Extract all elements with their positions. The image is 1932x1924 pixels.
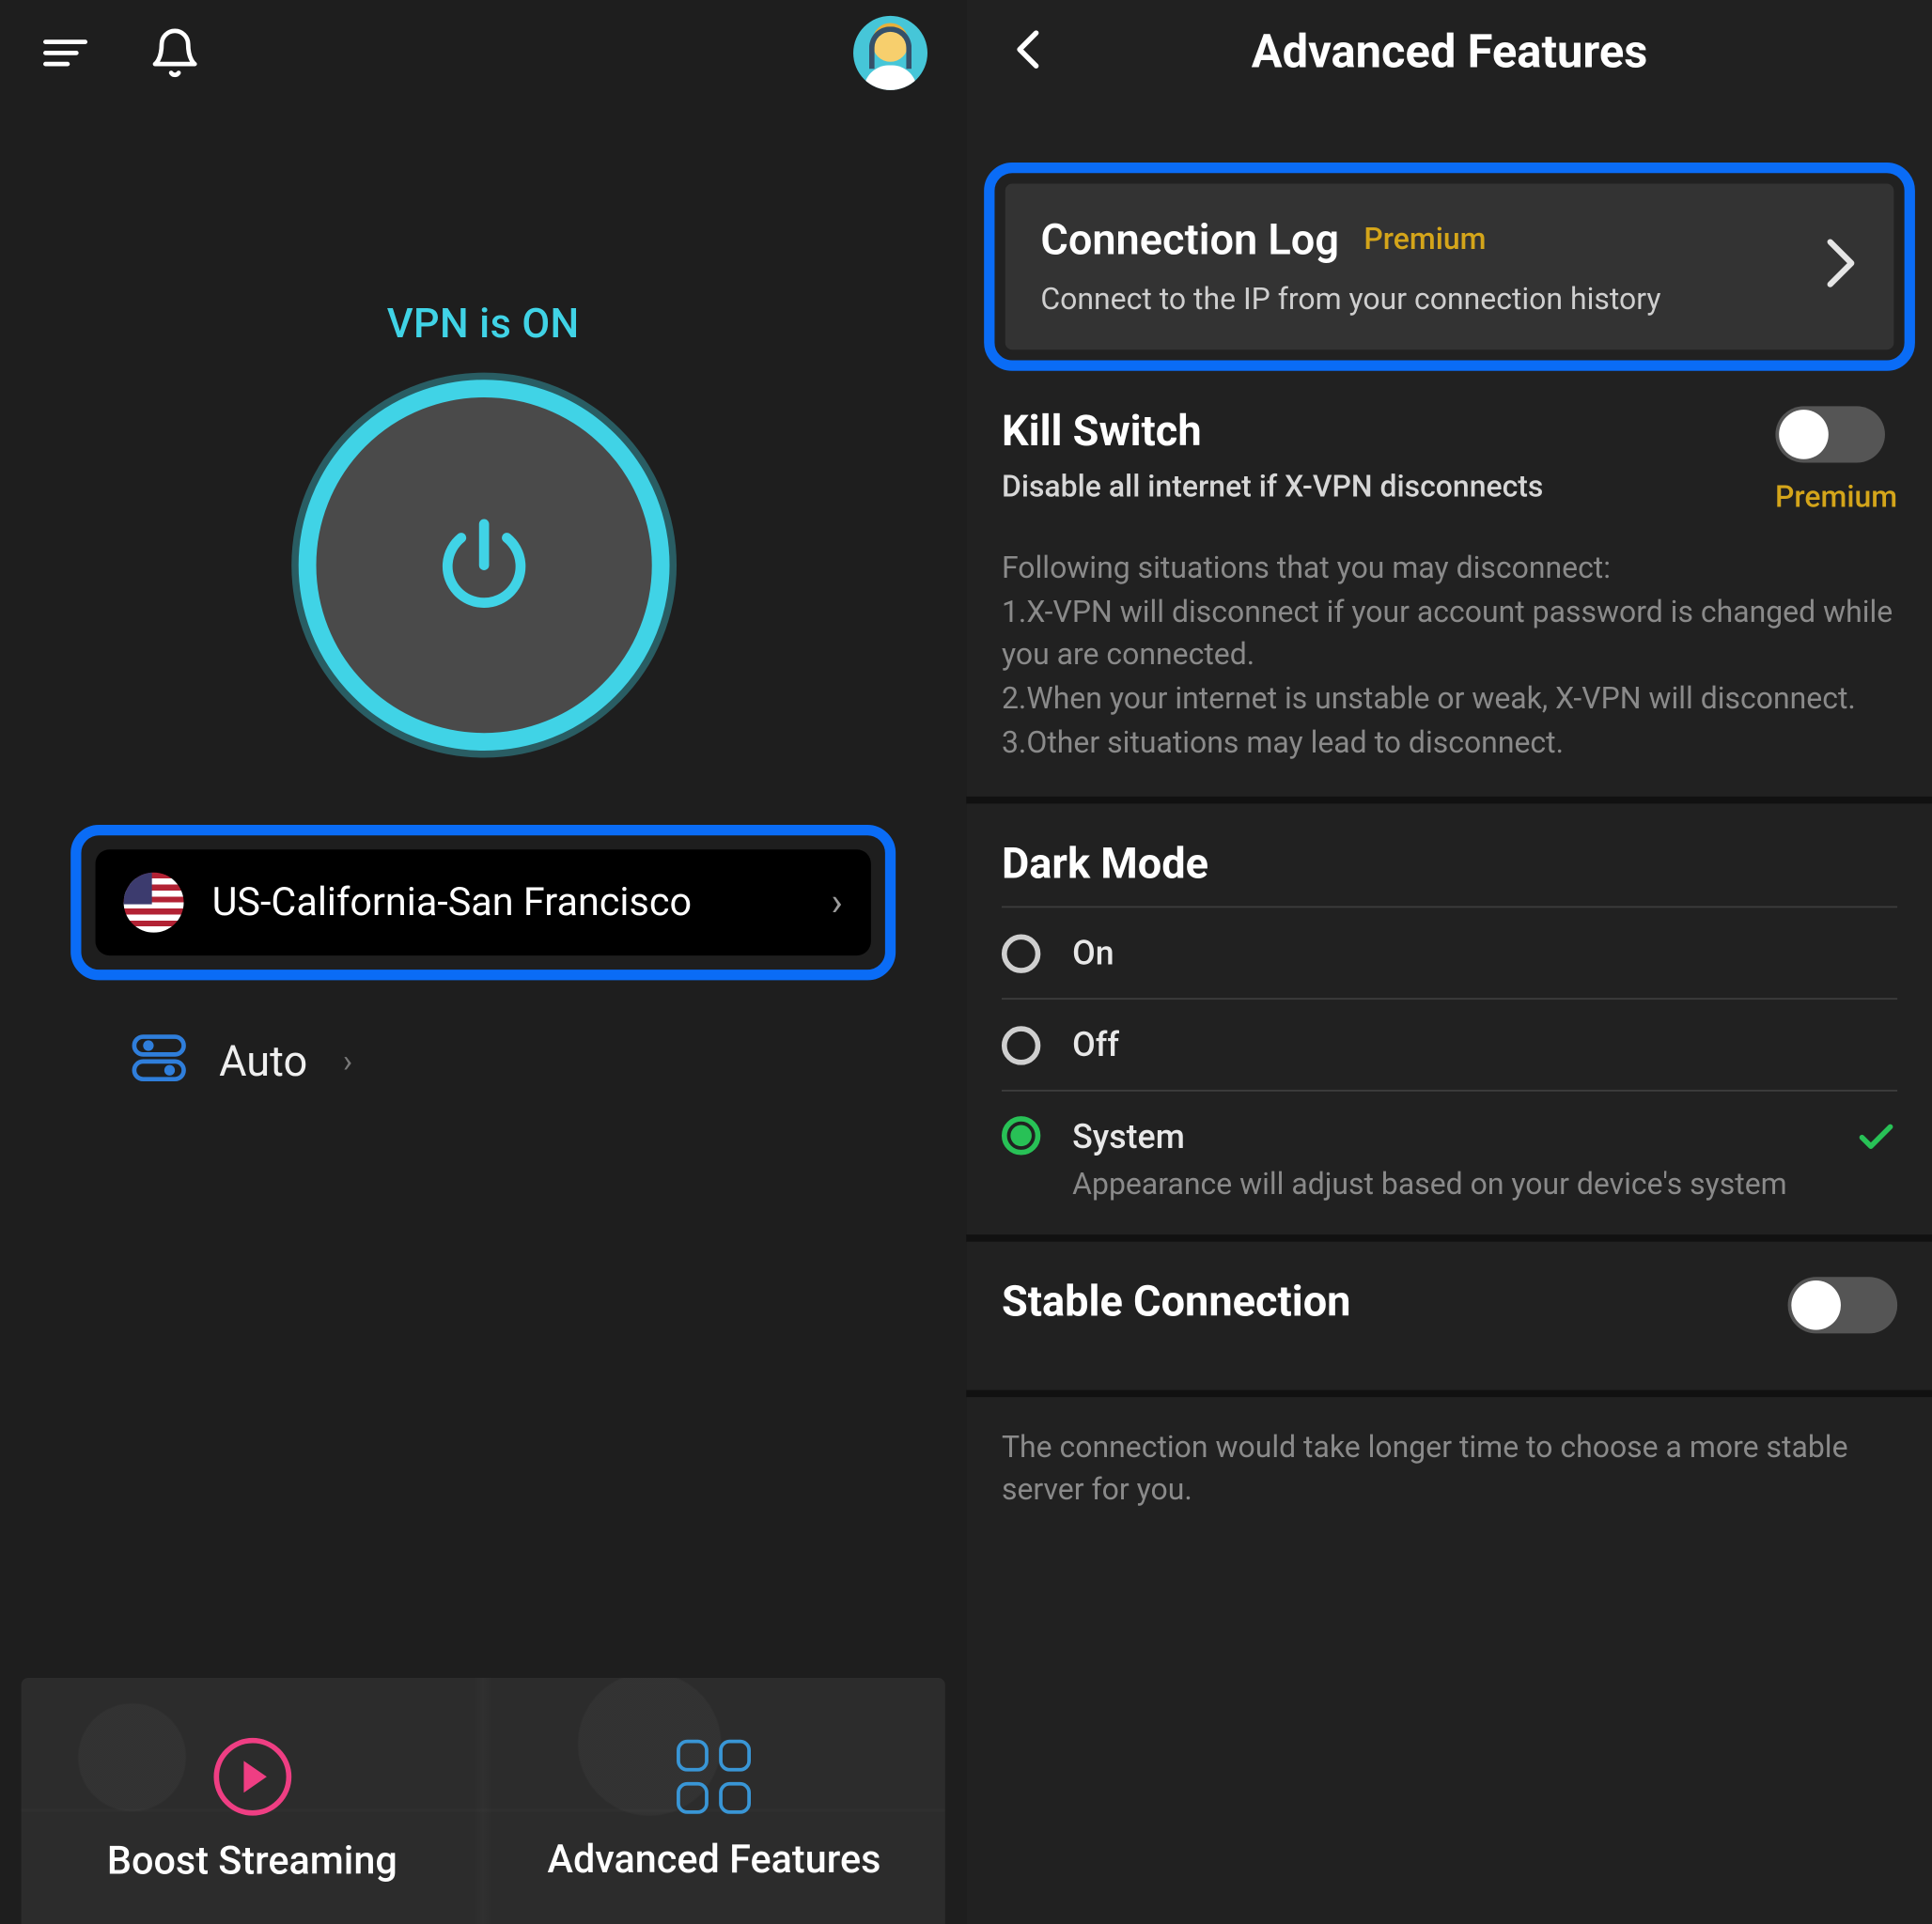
premium-badge: Premium (1775, 480, 1897, 516)
connection-log-row[interactable]: Connection Log Premium Connect to the IP… (1005, 184, 1894, 350)
dark-mode-section: Dark Mode On Off System Appearance will … (966, 804, 1932, 1242)
check-icon (1855, 1117, 1897, 1167)
dark-mode-title: Dark Mode (1002, 839, 1897, 889)
protocol-label: Auto (219, 1037, 307, 1087)
advanced-features-label: Advanced Features (548, 1838, 881, 1882)
chevron-right-icon: › (343, 1043, 352, 1079)
advanced-features-screen: Advanced Features Connection Log Premium… (966, 0, 1932, 1924)
advanced-features-tile[interactable]: Advanced Features (483, 1678, 945, 1924)
top-bar (0, 0, 966, 106)
support-avatar-icon[interactable] (853, 16, 927, 90)
stable-connection-toggle[interactable] (1788, 1278, 1898, 1334)
connection-log-subtitle: Connect to the IP from your connection h… (1040, 283, 1801, 318)
kill-switch-toggle[interactable] (1775, 406, 1885, 462)
stable-connection-section: Stable Connection The connection would t… (966, 1242, 1932, 1513)
bottom-tiles: Boost Streaming Advanced Features (22, 1678, 945, 1924)
radio-label: On (1072, 933, 1114, 973)
back-button[interactable] (1005, 24, 1055, 81)
dark-mode-system[interactable]: System Appearance will adjust based on y… (1002, 1090, 1897, 1202)
note-line: 1.X-VPN will disconnect if your account … (1002, 591, 1897, 678)
dark-mode-on[interactable]: On (1002, 907, 1897, 999)
power-icon (428, 510, 538, 620)
boost-streaming-label: Boost Streaming (107, 1839, 397, 1884)
grid-icon (678, 1739, 752, 1813)
kill-switch-notes: Following situations that you may discon… (1002, 548, 1897, 766)
note-line: 3.Other situations may lead to disconnec… (1002, 722, 1897, 765)
premium-badge: Premium (1363, 223, 1486, 258)
note-line: 2.When your internet is unstable or weak… (1002, 678, 1897, 722)
radio-label: System (1072, 1117, 1823, 1157)
stable-connection-title: Stable Connection (1002, 1278, 1788, 1327)
kill-switch-subtitle: Disable all internet if X-VPN disconnect… (1002, 470, 1775, 505)
menu-icon[interactable] (39, 26, 91, 79)
location-highlight: US-California-San Francisco › (70, 825, 896, 980)
notifications-icon[interactable] (148, 26, 201, 79)
radio-label: Off (1072, 1025, 1119, 1065)
kill-switch-section: Kill Switch Disable all internet if X-VP… (966, 371, 1932, 804)
chevron-right-icon: › (831, 880, 842, 924)
vpn-home-screen: VPN is ON US-California-San Francisco › … (0, 0, 966, 1924)
connection-log-highlight: Connection Log Premium Connect to the IP… (984, 163, 1915, 371)
note-line: Following situations that you may discon… (1002, 548, 1897, 591)
dark-mode-off[interactable]: Off (1002, 999, 1897, 1091)
us-flag-icon (124, 873, 184, 933)
protocol-icon (127, 1026, 191, 1096)
header: Advanced Features (966, 0, 1932, 106)
radio-subtitle: Appearance will adjust based on your dev… (1072, 1168, 1823, 1203)
radio-icon (1002, 1026, 1040, 1064)
boost-streaming-tile[interactable]: Boost Streaming (22, 1678, 484, 1924)
chevron-right-icon (1823, 237, 1859, 297)
radio-icon (1002, 934, 1040, 972)
location-label: US-California-San Francisco (212, 880, 803, 924)
stable-connection-desc: The connection would take longer time to… (966, 1390, 1932, 1513)
radio-icon (1002, 1117, 1040, 1156)
chevron-left-icon (1005, 24, 1055, 74)
play-icon (213, 1737, 291, 1815)
vpn-status: VPN is ON (0, 301, 966, 349)
connection-log-title: Connection Log (1040, 215, 1339, 265)
kill-switch-title: Kill Switch (1002, 406, 1775, 456)
location-selector[interactable]: US-California-San Francisco › (96, 849, 871, 955)
page-title: Advanced Features (1252, 26, 1648, 79)
power-button[interactable] (298, 380, 669, 751)
protocol-selector[interactable]: Auto › (127, 1026, 966, 1096)
